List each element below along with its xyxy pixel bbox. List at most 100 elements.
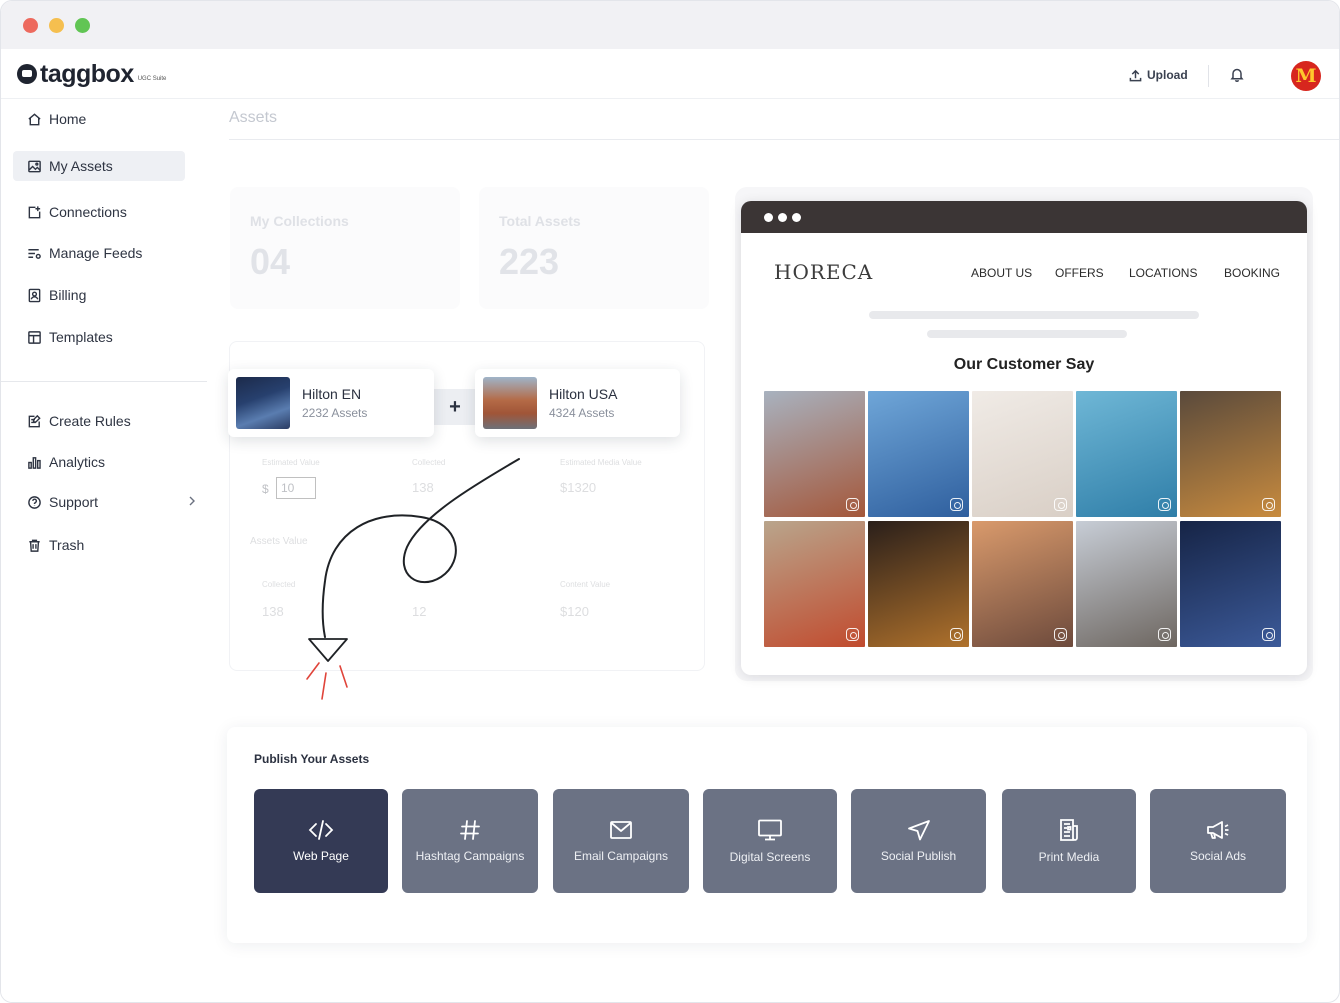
collection-card-hilton-usa[interactable]: Hilton USA 4324 Assets [475, 369, 680, 437]
support-icon [28, 495, 41, 509]
instagram-icon [1054, 628, 1067, 641]
instagram-icon [950, 498, 963, 511]
rules-icon [28, 414, 41, 427]
publish-tile-print-media[interactable]: Print Media [1002, 789, 1136, 893]
curly-arrow-illustration [306, 458, 520, 700]
ugc-photo-pool-palms[interactable] [1076, 391, 1177, 517]
plus-icon: + [449, 395, 461, 418]
collection-card-hilton-en[interactable]: Hilton EN 2232 Assets [228, 369, 434, 437]
sidebar: Home My Assets Connections Manage Feeds … [1, 99, 207, 1002]
maximize-window-button[interactable] [75, 18, 90, 33]
monitor-icon [758, 819, 782, 841]
site-nav-locations[interactable]: LOCATIONS [1129, 266, 1197, 280]
browser-dot-icon [778, 213, 787, 222]
sidebar-item-trash[interactable]: Trash [13, 530, 185, 560]
merge-plus-button[interactable]: + [433, 389, 477, 425]
upload-label: Upload [1147, 68, 1188, 82]
field-label: Estimated Media Value [560, 458, 642, 467]
publish-tile-social-ads[interactable]: Social Ads [1150, 789, 1286, 893]
site-nav-offers[interactable]: OFFERS [1055, 266, 1104, 280]
close-window-button[interactable] [23, 18, 38, 33]
ugc-photo-coffee-cup-beach[interactable] [868, 391, 969, 517]
sidebar-item-connections[interactable]: Connections [13, 197, 185, 227]
site-nav-about[interactable]: ABOUT US [971, 266, 1032, 280]
instagram-icon [950, 628, 963, 641]
sidebar-item-analytics[interactable]: Analytics [13, 447, 185, 477]
instagram-icon [1158, 628, 1171, 641]
stat-label: My Collections [250, 213, 349, 229]
minimize-window-button[interactable] [49, 18, 64, 33]
hashtag-icon [460, 820, 480, 840]
site-heading: Our Customer Say [953, 356, 1095, 373]
stat-value: 04 [250, 241, 291, 282]
publish-tile-social-publish[interactable]: Social Publish [851, 789, 986, 893]
page-title: Assets [229, 109, 278, 126]
taggbox-logo[interactable]: taggbox UGC Suite [17, 61, 166, 87]
analytics-icon [28, 456, 41, 469]
sidebar-item-create-rules[interactable]: Create Rules [13, 406, 185, 436]
instagram-icon [1262, 498, 1275, 511]
browser-toolbar [741, 201, 1307, 233]
sidebar-item-home[interactable]: Home [13, 104, 185, 134]
instagram-icon [1262, 628, 1275, 641]
hotel-thumbnail [236, 377, 290, 429]
publish-tile-web-page[interactable]: Web Page [254, 789, 388, 893]
instagram-icon [846, 628, 859, 641]
top-bar: taggbox UGC Suite Upload M [1, 49, 1339, 99]
page-title-divider [229, 139, 1339, 140]
trash-icon [29, 539, 40, 552]
newspaper-icon [1060, 819, 1078, 841]
taggbox-logo-icon [17, 64, 37, 84]
sidebar-item-support[interactable]: Support [13, 487, 195, 517]
title-bar [1, 1, 1339, 49]
feeds-icon [28, 248, 41, 259]
notifications-button[interactable] [1230, 67, 1244, 82]
ugc-photo-dog-chewy-box[interactable] [1076, 521, 1177, 647]
stat-card-total-assets: Total Assets 223 [479, 187, 709, 309]
currency-prefix: $ [262, 482, 269, 496]
sidebar-item-label: Billing [49, 287, 87, 303]
tile-label: Hashtag Campaigns [415, 849, 525, 863]
ugc-photo-food-spread[interactable] [764, 521, 865, 647]
tile-label: Social Publish [880, 849, 957, 863]
ugc-photo-woman-in-bed[interactable] [972, 391, 1073, 517]
sidebar-item-label: Connections [49, 204, 127, 220]
billing-icon [28, 288, 41, 302]
publish-tile-digital-screens[interactable]: Digital Screens [703, 789, 837, 893]
collection-count: 2232 Assets [302, 406, 368, 420]
collection-count: 4324 Assets [549, 406, 615, 420]
publish-tile-hashtag-campaigns[interactable]: Hashtag Campaigns [402, 789, 538, 893]
hotel-thumbnail [483, 377, 537, 429]
instagram-icon [1158, 498, 1171, 511]
connections-icon [28, 205, 41, 218]
ugc-photo-woman-city-view[interactable] [972, 521, 1073, 647]
mail-icon [610, 821, 632, 839]
publish-tile-email-campaigns[interactable]: Email Campaigns [553, 789, 689, 893]
sidebar-item-manage-feeds[interactable]: Manage Feeds [13, 238, 185, 268]
ugc-photo-hotel-building[interactable] [764, 391, 865, 517]
website-preview: HORECA ABOUT US OFFERS LOCATIONS BOOKING… [741, 201, 1307, 675]
sidebar-item-label: Home [49, 111, 87, 127]
stat-value: 223 [499, 241, 560, 282]
ugc-photo-burger-fries[interactable] [1180, 391, 1281, 517]
instagram-icon [846, 498, 859, 511]
sidebar-item-my-assets[interactable]: My Assets [13, 151, 185, 181]
tile-label: Social Ads [1189, 849, 1247, 863]
sidebar-item-templates[interactable]: Templates [13, 322, 185, 352]
send-icon [907, 820, 930, 841]
ugc-gallery [764, 391, 1281, 647]
sidebar-item-billing[interactable]: Billing [13, 280, 185, 310]
upload-button[interactable]: Upload [1129, 68, 1188, 82]
sidebar-item-label: My Assets [49, 158, 113, 174]
sidebar-item-label: Support [49, 494, 99, 510]
site-brand[interactable]: HORECA [774, 260, 873, 284]
site-nav-booking[interactable]: BOOKING [1224, 266, 1280, 280]
chevron-right-icon [189, 496, 195, 506]
ugc-photo-hotel-night[interactable] [1180, 521, 1281, 647]
ugc-photo-burger-closeup[interactable] [868, 521, 969, 647]
user-avatar[interactable]: M [1291, 61, 1321, 91]
browser-dot-icon [764, 213, 773, 222]
sidebar-item-label: Trash [49, 537, 85, 553]
stat-card-collections: My Collections 04 [230, 187, 460, 309]
field-label: Content Value [560, 580, 611, 589]
